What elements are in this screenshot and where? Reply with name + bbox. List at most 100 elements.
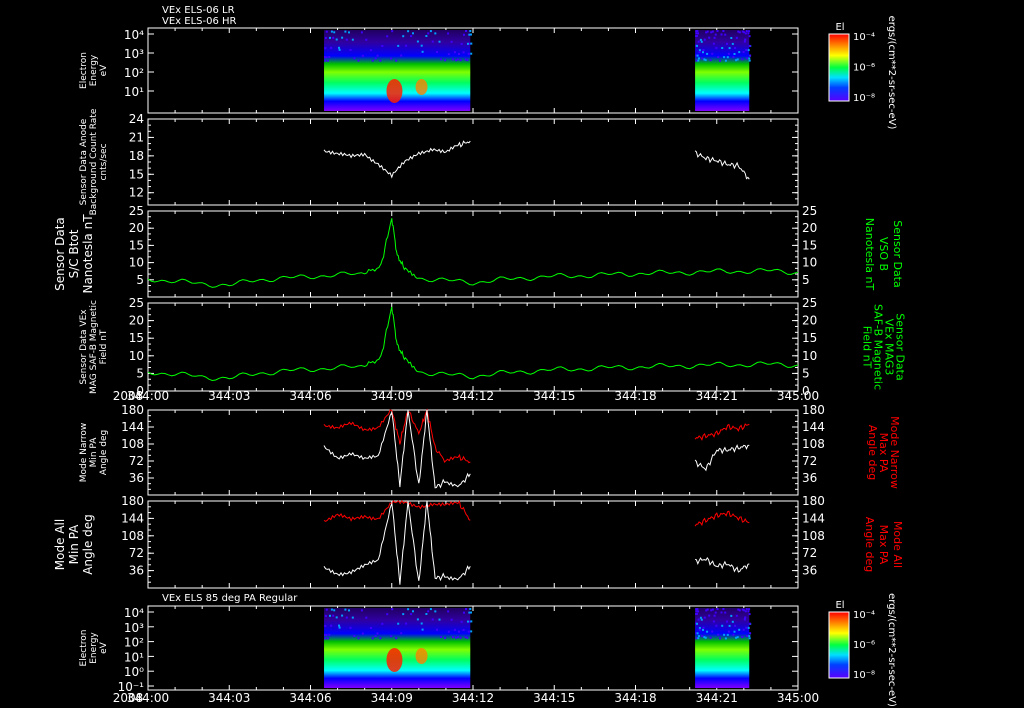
y-tick-label: 15	[129, 331, 144, 345]
spectrogram-speckle	[452, 58, 454, 61]
y-axis-label-right: Max PA	[877, 525, 890, 565]
spectrogram-speckle	[726, 620, 728, 623]
spectrogram-speckle	[737, 30, 740, 33]
y-tick-label: 10⁴	[124, 606, 144, 620]
spectrogram-speckle	[345, 616, 348, 619]
y-axis-label: Sensor Data Anode	[79, 118, 89, 205]
spectrogram-speckle	[469, 608, 472, 610]
spectrogram-speckle	[470, 33, 472, 36]
spectrogram-speckle	[390, 57, 393, 60]
spectrogram-speckle	[714, 611, 717, 614]
y-tick-label-right: 36	[802, 471, 817, 485]
series-line-5-2	[323, 409, 471, 489]
spectrogram-speckle	[369, 49, 372, 52]
y-axis-label: Sensor Data VEx	[79, 309, 89, 385]
y-tick-label-right: 20	[802, 314, 817, 328]
y-tick-label-right: 5	[802, 366, 810, 380]
y-tick-label: 108	[121, 437, 144, 451]
spectrogram-speckle	[397, 622, 400, 625]
spectrogram-speckle	[467, 52, 470, 55]
spectrogram-speckle	[371, 637, 374, 640]
spectrogram-speckle	[732, 633, 735, 636]
spectrogram-speckle	[357, 59, 360, 62]
spectrogram-speckle	[360, 609, 363, 612]
y-axis-label: Field nT	[99, 329, 109, 364]
spectrogram-speckle	[444, 59, 447, 62]
spectrogram-speckle	[456, 58, 459, 61]
spectrogram-speckle	[721, 47, 724, 49]
series-line-3-1	[147, 218, 799, 288]
spectrogram-speckle	[745, 626, 748, 629]
colorbar-tick-label: 10⁻⁶	[853, 63, 875, 74]
spectrogram-speckle	[456, 636, 459, 639]
spectrogram-speckle	[723, 56, 726, 59]
panel-frame-5	[147, 409, 799, 496]
spectrogram-speckle	[695, 608, 698, 611]
spectrogram-speckle	[697, 59, 700, 62]
spectrogram-speckle	[465, 608, 467, 610]
spectrogram-speckle	[738, 51, 741, 54]
y-tick-label: 25	[129, 296, 144, 310]
spectrogram-speckle	[330, 46, 333, 49]
spectrogram-speckle	[390, 635, 393, 638]
y-tick-label-right: 180	[802, 403, 825, 417]
spectrogram-speckle	[714, 33, 717, 36]
spectrogram-speckle	[747, 32, 750, 35]
spectrogram-speckle	[746, 57, 749, 60]
spectrogram-speckle	[407, 30, 410, 33]
y-axis-label: Mode Narrow	[79, 423, 89, 483]
spectrogram-speckle	[326, 637, 329, 640]
spectrogram-speckle	[736, 58, 739, 61]
spectrogram-segment-1-2	[695, 30, 750, 111]
spectrogram-speckle	[455, 59, 458, 62]
series-line-5-4	[694, 444, 750, 472]
spectrogram-speckle	[324, 47, 327, 50]
spectrogram-speckle	[731, 42, 734, 45]
spectrogram-speckle	[351, 38, 354, 41]
spectrogram-speckle	[697, 618, 700, 621]
spectrogram-hotspot	[386, 79, 403, 103]
spectrogram-segment-7-1	[324, 608, 471, 688]
panel-frame-3	[147, 210, 799, 298]
y-axis-label: Sensor Data	[53, 217, 67, 291]
x-tick-label-panel4: 344:00	[127, 389, 169, 403]
series-line-6-3	[694, 510, 750, 527]
spectrogram-speckle	[746, 635, 749, 637]
spectrogram-speckle	[429, 608, 432, 611]
x-tick-label-panel7: 344:21	[696, 691, 738, 705]
y-tick-label-right: 72	[802, 546, 817, 560]
x-tick-label-panel7: 345:00	[777, 691, 819, 705]
y-tick-label: 180	[121, 403, 144, 417]
spectrogram-speckle	[397, 44, 400, 47]
spectrogram-speckle	[713, 36, 716, 39]
y-tick-label-right: 10	[802, 256, 817, 270]
spectrogram-speckle	[695, 35, 698, 38]
spectrogram-speckle	[438, 40, 441, 43]
spectrogram-speckle	[463, 33, 465, 36]
series-line-4-1	[147, 306, 799, 382]
colorbar-unit: ergs/(cm**2-sr-sec-eV)	[886, 16, 897, 130]
spectrogram-speckle	[748, 44, 751, 47]
panel-frame-6	[147, 500, 799, 589]
spectrogram-speckle	[464, 636, 467, 639]
y-tick-label: 72	[129, 546, 144, 560]
y-axis-label: Min PA	[67, 524, 81, 565]
spectrogram-speckle	[462, 629, 465, 631]
y-axis-label-right: Sensor Data	[891, 220, 904, 287]
colorbar-tick-label: 10⁻⁸	[853, 93, 875, 104]
spectrogram-speckle	[410, 613, 413, 616]
spectrogram-speckle	[726, 56, 729, 59]
y-tick-label-right: 15	[802, 238, 817, 252]
panel-frame-2	[147, 118, 799, 206]
spectrogram-speckle	[425, 613, 428, 615]
colorbar-tick-label: 10⁻⁴	[853, 610, 875, 621]
spectrogram-speckle	[695, 610, 698, 613]
spectrogram-speckle	[709, 59, 712, 62]
series-line-2-1	[323, 140, 471, 179]
spectrogram-speckle	[741, 608, 744, 611]
y-axis-label: Nanotesla nT	[81, 214, 95, 294]
colorbar-1	[828, 33, 850, 102]
panel-subtitle: VEx ELS-06 HR	[162, 16, 237, 27]
y-axis-label: Energy	[89, 54, 99, 86]
spectrogram-speckle	[405, 44, 408, 47]
